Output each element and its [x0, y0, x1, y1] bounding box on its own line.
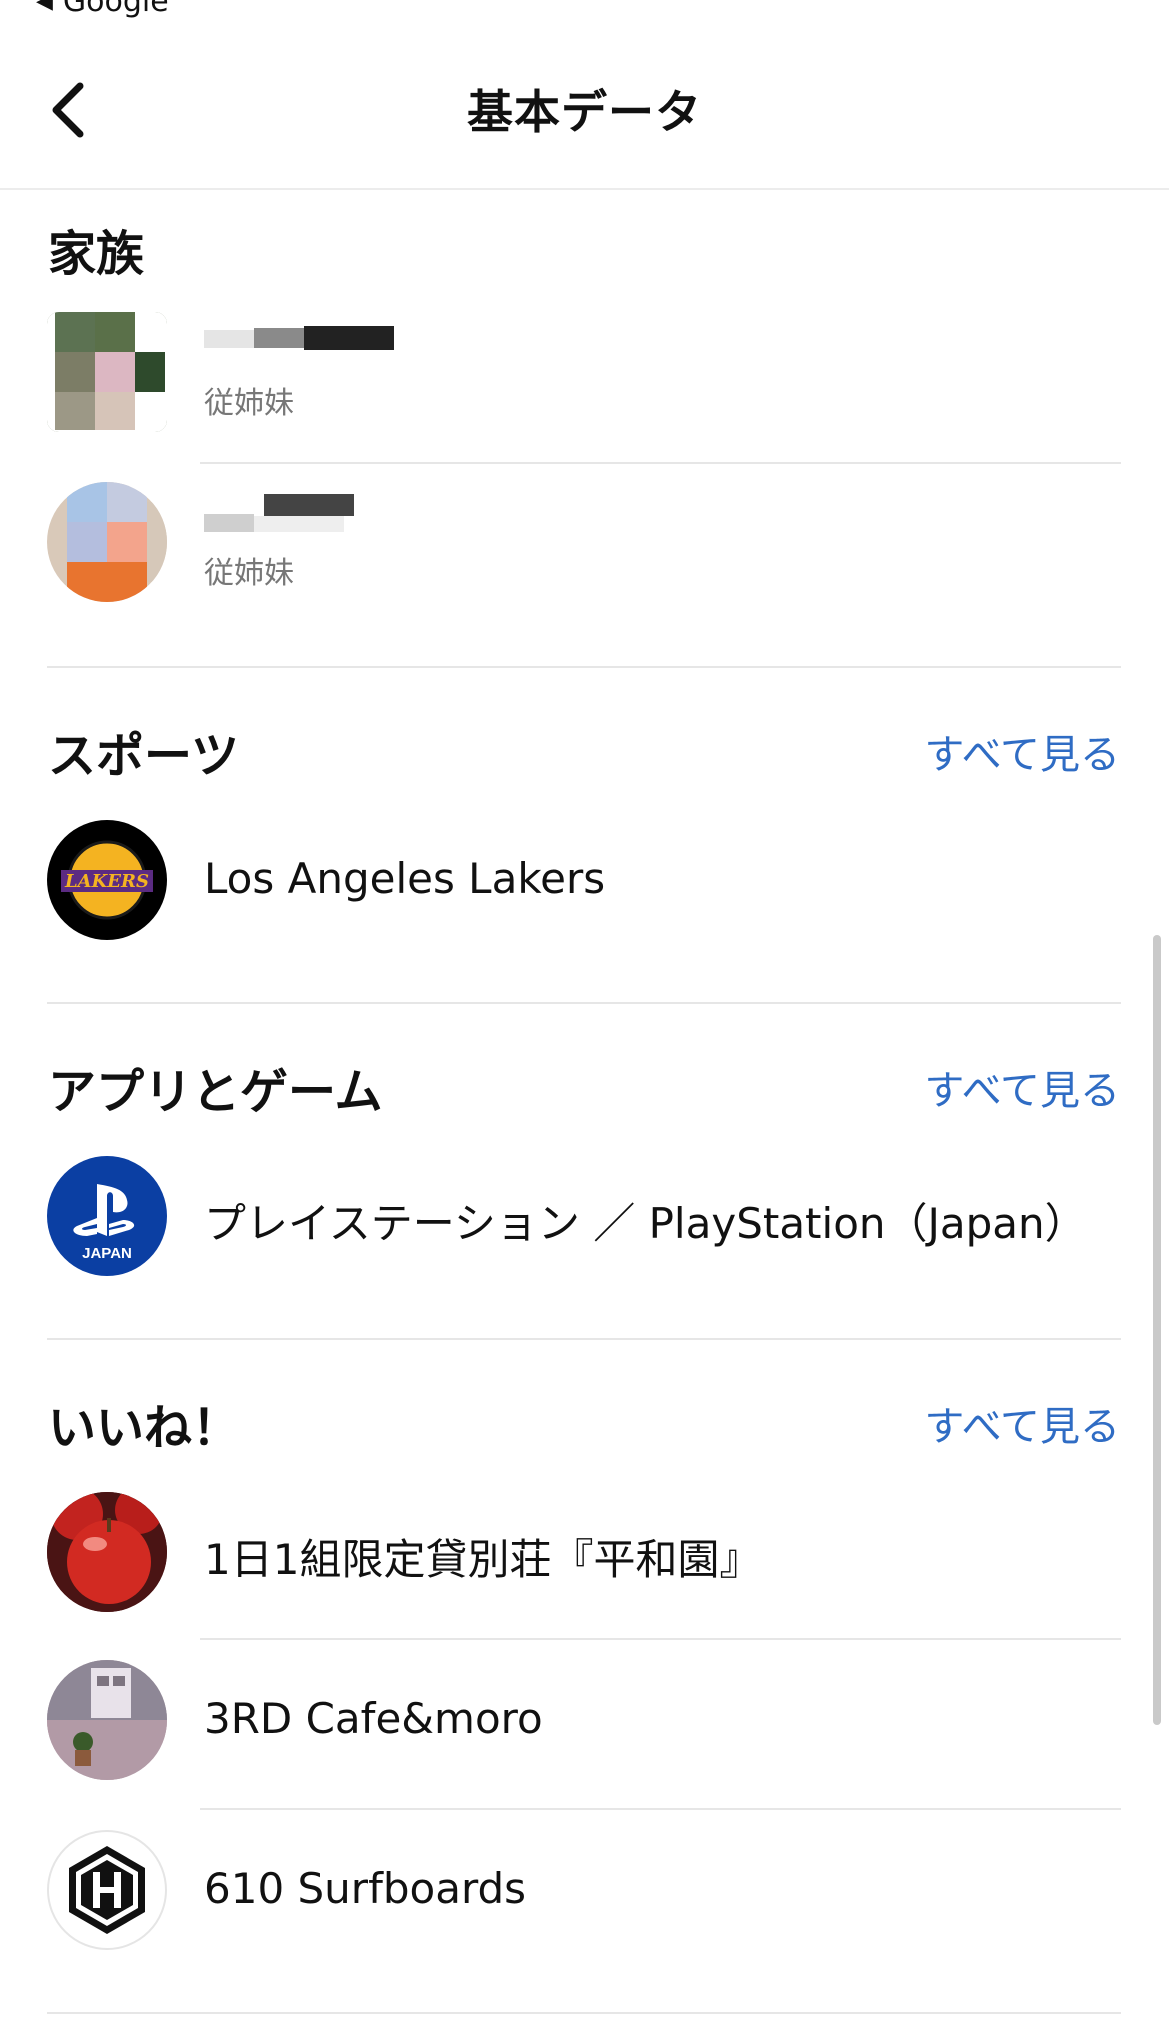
likes-item-row[interactable]: 610 Surfboards [0, 1830, 1140, 1980]
family-member-row[interactable]: 従姉妹 [0, 482, 1140, 632]
see-all-sports-link[interactable]: すべて見る [924, 722, 1120, 780]
playstation-logo-icon: JAPAN [47, 1156, 167, 1276]
cafe-photo-graphic [47, 1660, 167, 1780]
relation-label: 従姉妹 [204, 556, 294, 591]
apps-item-row[interactable]: JAPAN プレイステーション ／ PlayStation（Japan） [0, 1156, 1140, 1306]
lakers-logo-graphic: LAKERS [61, 840, 153, 920]
likes-item-row[interactable]: 1日1組限定貸別荘『平和園』 [0, 1492, 1140, 1642]
section-divider [47, 2012, 1121, 2014]
apps-item-label: プレイステーション ／ PlayStation（Japan） [204, 1199, 1087, 1248]
navigation-bar: 基本データ [0, 0, 1169, 190]
cafe-photo-icon [47, 1660, 167, 1780]
svg-text:LAKERS: LAKERS [64, 871, 149, 892]
see-all-apps-link[interactable]: すべて見る [924, 1058, 1120, 1116]
redacted-name [204, 326, 394, 350]
sports-item-row[interactable]: LAKERS Los Angeles Lakers [0, 820, 1140, 970]
avatar-image [47, 482, 167, 602]
apps-section: アプリとゲーム すべて見る JAPAN プレイステーション ／ PlayStat… [0, 1004, 1155, 1340]
family-section: 家族 従姉妹 従姉妹 [0, 190, 1155, 668]
avatar-image [47, 312, 167, 432]
likes-item-label: 3RD Cafe&moro [204, 1694, 543, 1743]
likes-item-label: 1日1組限定貸別荘『平和園』 [204, 1535, 762, 1584]
likes-item-row[interactable]: 3RD Cafe&moro [0, 1660, 1140, 1810]
see-all-likes-link[interactable]: すべて見る [924, 1394, 1120, 1452]
relation-label: 従姉妹 [204, 386, 294, 421]
playstation-logo-graphic: JAPAN [73, 1184, 135, 1262]
apple-photo-graphic [47, 1492, 167, 1612]
avatar [47, 312, 167, 432]
section-title-family: 家族 [48, 226, 145, 282]
section-title-likes: いいね！ [48, 1400, 241, 1456]
scrollbar[interactable] [1153, 935, 1161, 1725]
family-member-row[interactable]: 従姉妹 [0, 312, 1140, 462]
sports-item-label: Los Angeles Lakers [204, 854, 606, 903]
section-title-sports: スポーツ [48, 728, 240, 784]
svg-text:JAPAN: JAPAN [82, 1245, 132, 1262]
row-divider [200, 462, 1121, 464]
row-divider [200, 1808, 1121, 1810]
surfboards-logo-icon [47, 1830, 167, 1950]
lakers-logo-icon: LAKERS [47, 820, 167, 940]
likes-section: いいね！ すべて見る 1日1組限定貸別荘『平和園』 3RD Cafe&moro … [0, 1340, 1155, 2020]
apple-photo-icon [47, 1492, 167, 1612]
row-divider [200, 1638, 1121, 1640]
avatar [47, 482, 167, 602]
section-title-apps: アプリとゲーム [48, 1064, 383, 1120]
surfboards-logo-graphic [69, 1846, 145, 1934]
sports-section: スポーツ すべて見る LAKERS Los Angeles Lakers [0, 668, 1155, 1004]
redacted-name [204, 494, 354, 532]
likes-item-label: 610 Surfboards [204, 1864, 527, 1913]
page-title: 基本データ [467, 85, 702, 139]
